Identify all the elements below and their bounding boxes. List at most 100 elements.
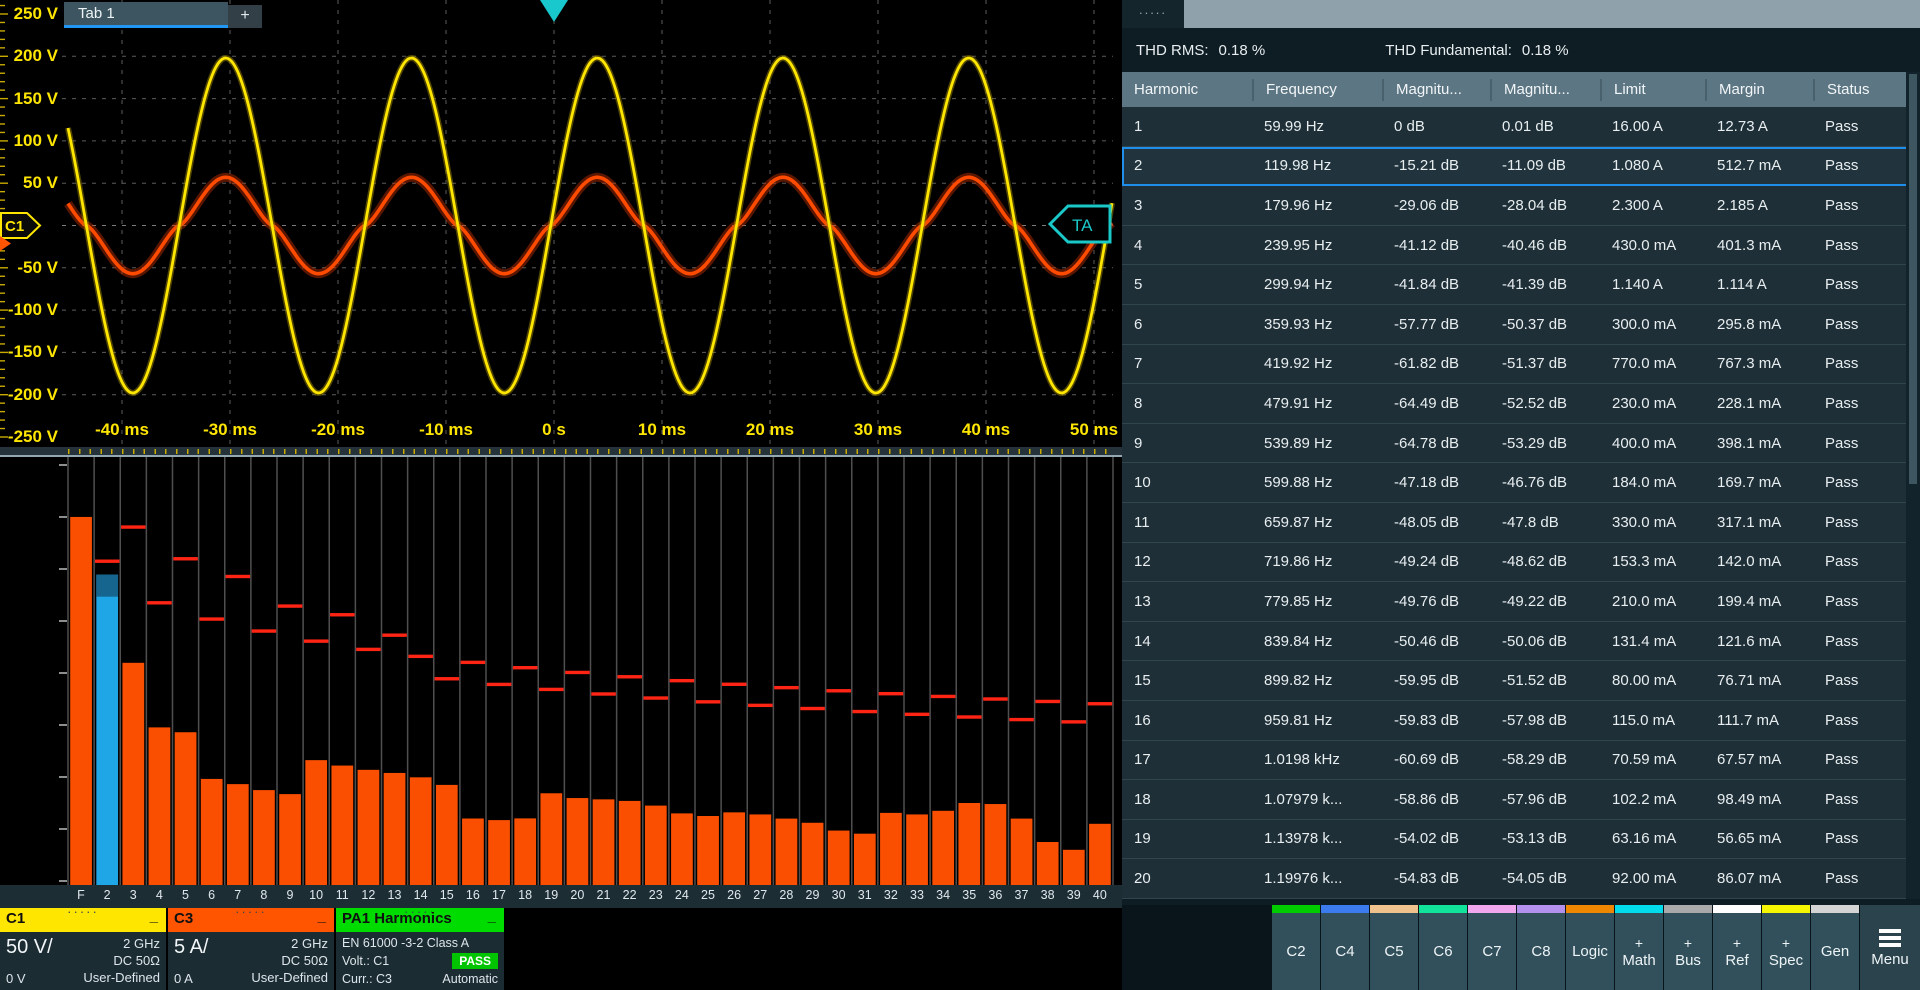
table-row[interactable]: 171.0198 kHz-60.69 dB-58.29 dB70.59 mA67… [1122, 741, 1920, 781]
harmonic-bar[interactable] [906, 814, 928, 885]
column-header[interactable]: Magnitu... [1490, 79, 1600, 101]
harmonic-bar[interactable] [671, 813, 693, 885]
voltage-tick-label: 250 V [2, 4, 58, 24]
channel-c3-header[interactable]: ····· C3 _ [168, 908, 334, 932]
toolbar-button-c8[interactable]: C8 [1517, 905, 1565, 990]
harmonic-bar[interactable] [828, 831, 850, 885]
harmonic-bar[interactable] [384, 773, 406, 885]
harmonic-bar[interactable] [514, 818, 536, 885]
harmonic-bar[interactable] [958, 803, 980, 885]
toolbar-button-math[interactable]: +Math [1615, 905, 1663, 990]
harmonic-bar[interactable] [932, 811, 954, 885]
harmonic-bar[interactable] [540, 793, 562, 885]
column-header[interactable]: Limit [1600, 79, 1705, 101]
table-row[interactable]: 15899.82 Hz-59.95 dB-51.52 dB80.00 mA76.… [1122, 661, 1920, 701]
channel-c3-body: 5 A/ 2 GHz DC 50Ω User-Defined 0 A [168, 932, 334, 990]
harmonic-bar[interactable] [436, 785, 458, 885]
harmonic-bar[interactable] [462, 818, 484, 885]
toolbar-button-spec[interactable]: +Spec [1762, 905, 1810, 990]
harmonic-bar[interactable] [645, 806, 667, 885]
toolbar-button-bus[interactable]: +Bus [1664, 905, 1712, 990]
harmonic-bar[interactable] [1089, 824, 1111, 885]
channel-c1-header[interactable]: ····· C1 _ [0, 908, 166, 932]
pa1-harmonics-box[interactable]: ····· PA1 Harmonics _ EN 61000 -3-2 Clas… [336, 908, 504, 990]
harmonic-bar[interactable] [593, 799, 615, 885]
harmonic-bar[interactable] [776, 819, 798, 885]
add-tab-button[interactable]: + [228, 5, 262, 28]
harmonic-bar[interactable] [331, 766, 353, 885]
column-header[interactable]: Status [1813, 79, 1920, 101]
harmonic-bar[interactable] [122, 663, 144, 885]
harmonic-bar[interactable] [1011, 819, 1033, 885]
toolbar-button-c5[interactable]: C5 [1370, 905, 1418, 990]
harmonic-bar[interactable] [201, 779, 223, 885]
table-row[interactable]: 181.07979 k...-58.86 dB-57.96 dB102.2 mA… [1122, 780, 1920, 820]
harmonic-bar[interactable] [305, 760, 327, 885]
toolbar-button-c6[interactable]: C6 [1419, 905, 1467, 990]
menu-button-label: Menu [1871, 951, 1909, 968]
column-header[interactable]: Frequency [1252, 79, 1382, 101]
harmonic-bar[interactable] [697, 816, 719, 885]
harmonic-bar[interactable] [1063, 850, 1085, 885]
harmonic-bar[interactable] [854, 834, 876, 885]
column-header[interactable]: Margin [1705, 79, 1813, 101]
table-row[interactable]: 16959.81 Hz-59.83 dB-57.98 dB115.0 mA111… [1122, 701, 1920, 741]
table-row[interactable]: 2119.98 Hz-15.21 dB-11.09 dB1.080 A512.7… [1122, 147, 1920, 187]
harmonic-bar[interactable] [279, 794, 301, 885]
harmonic-bar[interactable] [880, 813, 902, 885]
minimize-icon[interactable]: _ [488, 908, 496, 925]
table-row[interactable]: 3179.96 Hz-29.06 dB-28.04 dB2.300 A2.185… [1122, 186, 1920, 226]
harmonic-bar[interactable] [1037, 842, 1059, 885]
table-row[interactable]: 7419.92 Hz-61.82 dB-51.37 dB770.0 mA767.… [1122, 345, 1920, 385]
harmonic-bar[interactable] [749, 814, 771, 885]
column-header[interactable]: Harmonic [1122, 79, 1252, 101]
minimize-icon[interactable]: _ [150, 908, 158, 925]
harmonic-bar[interactable] [802, 823, 824, 885]
toolbar-button-logic[interactable]: Logic [1566, 905, 1614, 990]
toolbar-button-c4[interactable]: C4 [1321, 905, 1369, 990]
pa1-header[interactable]: ····· PA1 Harmonics _ [336, 908, 504, 932]
channel-box-c3[interactable]: ····· C3 _ 5 A/ 2 GHz DC 50Ω User-Define… [168, 908, 334, 990]
table-row[interactable]: 4239.95 Hz-41.12 dB-40.46 dB430.0 mA401.… [1122, 226, 1920, 266]
toolbar-button-gen[interactable]: Gen [1811, 905, 1859, 990]
table-row[interactable]: 191.13978 k...-54.02 dB-53.13 dB63.16 mA… [1122, 820, 1920, 860]
column-header[interactable]: Magnitu... [1382, 79, 1490, 101]
harmonics-bar-chart[interactable]: 10 dBA-30 dBA-70 dBA [0, 457, 1122, 885]
tab-1[interactable]: Tab 1 [64, 2, 228, 28]
panel-drag-tab[interactable]: ..... [1122, 0, 1184, 28]
harmonic-bar[interactable] [70, 517, 92, 885]
channel-box-c1[interactable]: ····· C1 _ 50 V/ 2 GHz DC 50Ω User-Defin… [0, 908, 166, 990]
harmonic-bar[interactable] [253, 790, 275, 885]
harmonic-bar[interactable] [410, 777, 432, 885]
table-row[interactable]: 5299.94 Hz-41.84 dB-41.39 dB1.140 A1.114… [1122, 265, 1920, 305]
table-cell: -28.04 dB [1490, 197, 1600, 214]
table-row[interactable]: 8479.91 Hz-64.49 dB-52.52 dB230.0 mA228.… [1122, 384, 1920, 424]
harmonic-bar[interactable] [985, 804, 1007, 885]
table-row[interactable]: 12719.86 Hz-49.24 dB-48.62 dB153.3 mA142… [1122, 543, 1920, 583]
waveform-chart[interactable]: C1TA 250 V200 V150 V100 V50 V-50 V-100 V… [0, 0, 1122, 447]
harmonic-bar[interactable] [488, 820, 510, 885]
harmonic-bar[interactable] [149, 727, 171, 885]
table-row[interactable]: 201.19976 k...-54.83 dB-54.05 dB92.00 mA… [1122, 859, 1920, 899]
menu-button[interactable]: Menu [1860, 905, 1920, 990]
toolbar-button-ref[interactable]: +Ref [1713, 905, 1761, 990]
table-row[interactable]: 10599.88 Hz-47.18 dB-46.76 dB184.0 mA169… [1122, 463, 1920, 503]
harmonic-bar[interactable] [619, 801, 641, 885]
harmonic-bar[interactable] [358, 770, 380, 885]
harmonic-bar[interactable] [567, 798, 589, 885]
table-row[interactable]: 11659.87 Hz-48.05 dB-47.8 dB330.0 mA317.… [1122, 503, 1920, 543]
table-row[interactable]: 14839.84 Hz-50.46 dB-50.06 dB131.4 mA121… [1122, 622, 1920, 662]
toolbar-button-c7[interactable]: C7 [1468, 905, 1516, 990]
toolbar-button-c2[interactable]: C2 [1272, 905, 1320, 990]
table-row[interactable]: 159.99 Hz0 dB0.01 dB16.00 A12.73 APass [1122, 107, 1920, 147]
minimize-icon[interactable]: _ [318, 908, 326, 925]
harmonic-bar[interactable] [723, 812, 745, 885]
scrollbar-thumb[interactable] [1909, 74, 1917, 484]
harmonic-bar[interactable] [227, 784, 249, 885]
table-row[interactable]: 13779.85 Hz-49.76 dB-49.22 dB210.0 mA199… [1122, 582, 1920, 622]
table-scrollbar[interactable] [1906, 72, 1920, 899]
harmonic-bar[interactable] [175, 732, 197, 885]
table-row[interactable]: 9539.89 Hz-64.78 dB-53.29 dB400.0 mA398.… [1122, 424, 1920, 464]
table-row[interactable]: 6359.93 Hz-57.77 dB-50.37 dB300.0 mA295.… [1122, 305, 1920, 345]
harmonic-bar-selected[interactable] [96, 575, 118, 885]
